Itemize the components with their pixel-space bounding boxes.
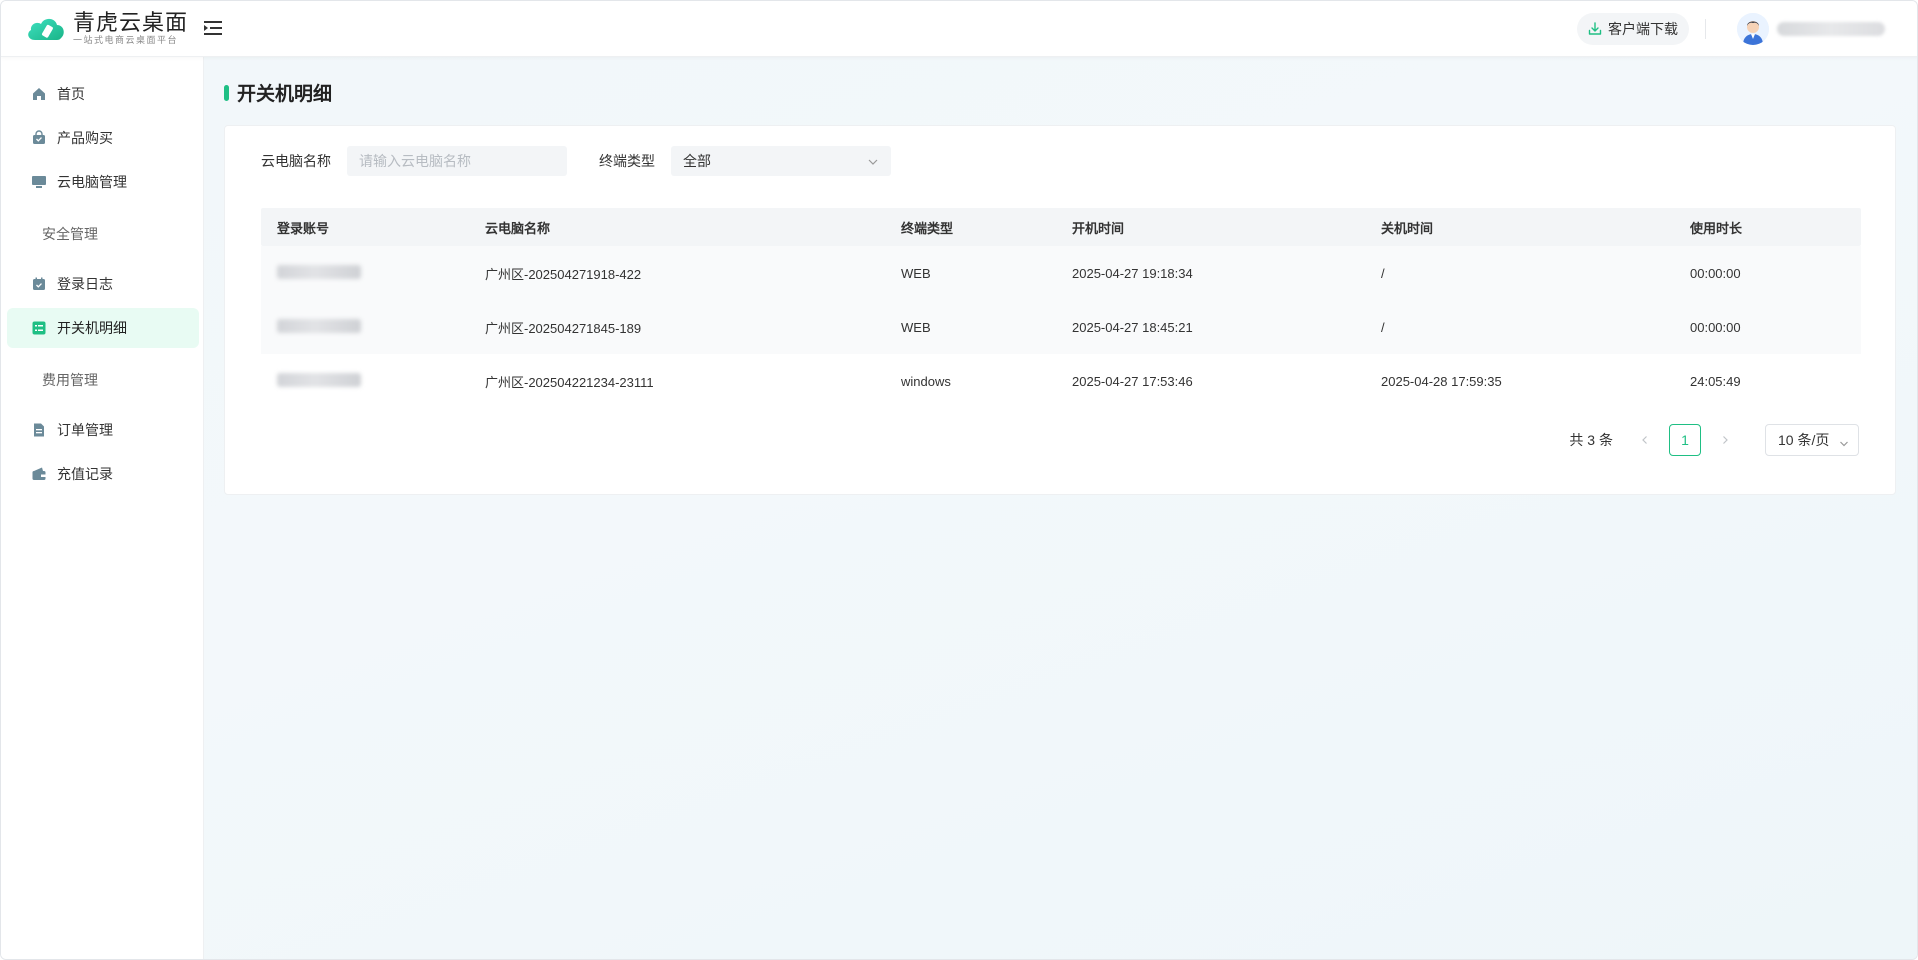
cell-terminal: windows: [901, 373, 951, 389]
logo-subtitle: 一站式电商云桌面平台: [73, 35, 179, 45]
cell-duration: 00:00:00: [1690, 265, 1741, 281]
table-row[interactable]: 广州区-202504271845-189 WEB 2025-04-27 18:4…: [261, 300, 1861, 354]
cell-terminal: WEB: [901, 319, 931, 335]
chevron-down-icon: [867, 155, 879, 171]
cloud-logo-icon: [25, 14, 67, 44]
logo[interactable]: 青虎云桌面 一站式电商云桌面平台: [25, 11, 188, 46]
col-start-time: 开机时间: [1072, 220, 1125, 236]
table-header: 登录账号 云电脑名称 终端类型 开机时间 关机时间 使用时长: [261, 208, 1861, 246]
page-size-value: 10 条/页: [1778, 432, 1830, 448]
prev-page-icon[interactable]: [1629, 424, 1661, 456]
cell-account: [261, 318, 485, 336]
pagination: 共 3 条 1 10 条/页: [1569, 424, 1859, 456]
page-size-select[interactable]: 10 条/页: [1765, 424, 1859, 456]
sidebar-item-power-detail[interactable]: 开关机明细: [7, 308, 199, 348]
cell-duration: 00:00:00: [1690, 319, 1741, 335]
home-icon: [31, 86, 47, 102]
download-label: 客户端下载: [1608, 21, 1678, 37]
cell-account: [261, 372, 485, 390]
sidebar-item-cloud-pc[interactable]: 云电脑管理: [7, 162, 199, 202]
cloud-pc-name-input[interactable]: [347, 146, 567, 176]
cell-name: 广州区-202504221234-23111: [485, 374, 654, 390]
col-login-account: 登录账号: [277, 220, 330, 236]
client-download-button[interactable]: 客户端下载: [1577, 13, 1689, 45]
document-icon: [31, 422, 47, 438]
cell-end: /: [1381, 265, 1385, 281]
page-title-text: 开关机明细: [237, 84, 333, 105]
sidebar-item-orders[interactable]: 订单管理: [7, 410, 199, 450]
cell-terminal: WEB: [901, 265, 931, 281]
title-accent-bar: [224, 84, 229, 101]
terminal-type-select[interactable]: 全部: [671, 146, 891, 176]
cell-start: 2025-04-27 17:53:46: [1072, 373, 1193, 389]
col-duration: 使用时长: [1690, 220, 1743, 236]
blurred-account: [277, 264, 361, 279]
sidebar-item-product-purchase[interactable]: 产品购买: [7, 118, 199, 158]
content-card: 云电脑名称 终端类型 全部 登录账号 云电脑名称 终端类型 开机时间 关机时间 …: [224, 125, 1896, 495]
avatar[interactable]: [1737, 13, 1769, 45]
download-icon: [1588, 22, 1602, 35]
main-content: 开关机明细 云电脑名称 终端类型 全部 登录账号 云电脑名称 终端类型 开机时间: [204, 57, 1917, 959]
chevron-down-icon: [1839, 436, 1849, 452]
blurred-account: [277, 318, 361, 333]
table-row[interactable]: 广州区-202504221234-23111 windows 2025-04-2…: [261, 354, 1861, 408]
filter-name-label: 云电脑名称: [261, 153, 331, 169]
sidebar-item-label: 订单管理: [57, 422, 113, 438]
page-number-button[interactable]: 1: [1669, 424, 1701, 456]
top-header: 青虎云桌面 一站式电商云桌面平台 客户端下载: [1, 1, 1917, 57]
cell-start: 2025-04-27 19:18:34: [1072, 265, 1193, 281]
sidebar-item-label: 首页: [57, 86, 85, 102]
sidebar-item-label: 充值记录: [57, 466, 113, 482]
filter-terminal-label: 终端类型: [599, 153, 655, 169]
sidebar: 首页 产品购买 云电脑管理 安全管理 登录日志 开关机明细 费用管理 订单管理 …: [1, 57, 204, 959]
cell-start: 2025-04-27 18:45:21: [1072, 319, 1193, 335]
sidebar-group-security[interactable]: 安全管理: [42, 224, 98, 244]
sidebar-item-login-log[interactable]: 登录日志: [7, 264, 199, 304]
sidebar-item-home[interactable]: 首页: [7, 74, 199, 114]
col-end-time: 关机时间: [1381, 220, 1434, 236]
logo-title: 青虎云桌面: [73, 10, 189, 35]
app-window: 青虎云桌面 一站式电商云桌面平台 客户端下载 首页 产品购买 云电脑管理 安全管…: [0, 0, 1918, 960]
sidebar-item-label: 云电脑管理: [57, 174, 127, 190]
monitor-icon: [31, 174, 47, 190]
cell-end: 2025-04-28 17:59:35: [1381, 373, 1502, 389]
cell-end: /: [1381, 319, 1385, 335]
sidebar-item-label: 产品购买: [57, 130, 113, 146]
cell-duration: 24:05:49: [1690, 373, 1741, 389]
pagination-total: 共 3 条: [1569, 432, 1613, 448]
menu-fold-icon[interactable]: [203, 19, 223, 37]
sidebar-group-billing[interactable]: 费用管理: [42, 370, 98, 390]
col-terminal-type: 终端类型: [901, 220, 954, 236]
cell-name: 广州区-202504271918-422: [485, 266, 642, 282]
page-title: 开关机明细: [224, 79, 332, 106]
sidebar-item-label: 开关机明细: [57, 320, 127, 336]
list-detail-icon: [31, 320, 47, 336]
username-blurred[interactable]: [1777, 22, 1885, 36]
blurred-account: [277, 372, 361, 387]
shopping-bag-icon: [31, 130, 47, 146]
sidebar-item-label: 登录日志: [57, 276, 113, 292]
header-divider: [1705, 19, 1706, 39]
next-page-icon[interactable]: [1709, 424, 1741, 456]
terminal-type-value: 全部: [683, 153, 711, 169]
table-row[interactable]: 广州区-202504271918-422 WEB 2025-04-27 19:1…: [261, 246, 1861, 300]
col-cloud-pc-name: 云电脑名称: [485, 220, 551, 236]
power-detail-table: 登录账号 云电脑名称 终端类型 开机时间 关机时间 使用时长 广州区-20250…: [261, 208, 1861, 408]
cell-account: [261, 264, 485, 282]
cell-name: 广州区-202504271845-189: [485, 320, 642, 336]
wallet-icon: [31, 466, 47, 482]
sidebar-item-recharge[interactable]: 充值记录: [7, 454, 199, 494]
calendar-check-icon: [31, 276, 47, 292]
